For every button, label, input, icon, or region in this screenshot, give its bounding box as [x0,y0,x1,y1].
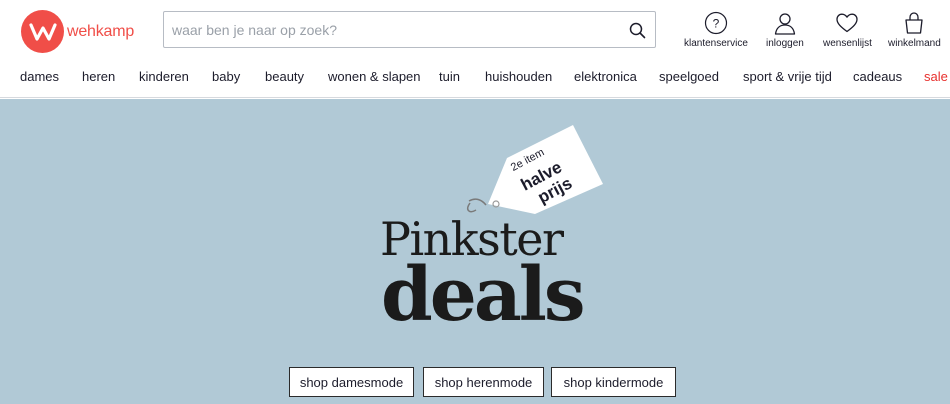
shop-damesmode-button[interactable]: shop damesmode [289,367,414,397]
hero-title-line-2: deals [381,252,586,338]
shop-kindermode-button[interactable]: shop kindermode [551,367,676,397]
price-tag-graphic [467,125,603,214]
shop-herenmode-button[interactable]: shop herenmode [423,367,544,397]
